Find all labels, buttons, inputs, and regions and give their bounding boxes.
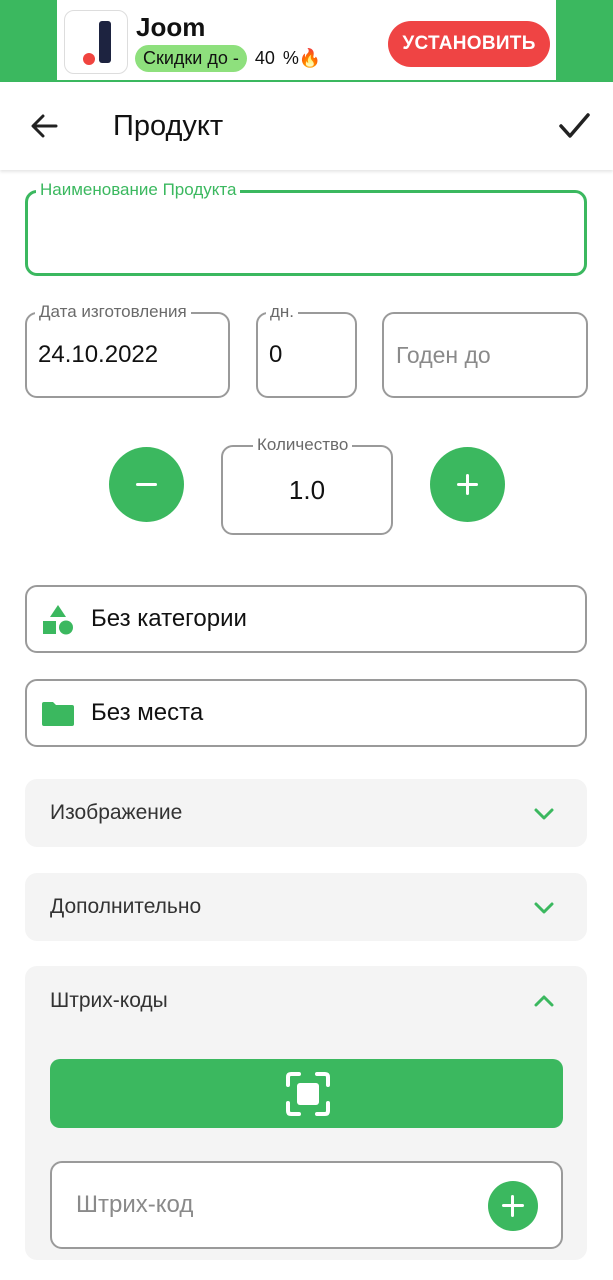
place-label: Без места (91, 699, 204, 726)
ad-banner[interactable]: Joom Скидки до - 40 %🔥 УСТАНОВИТЬ (0, 0, 613, 82)
app-bar: Продукт (0, 82, 613, 170)
decrease-quantity-button[interactable] (109, 447, 184, 522)
add-barcode-button[interactable] (488, 1181, 538, 1231)
increase-quantity-button[interactable] (430, 447, 505, 522)
manufacture-date-field[interactable]: Дата изготовления 24.10.2022 (25, 302, 230, 398)
chevron-down-icon[interactable] (533, 803, 555, 825)
image-section[interactable]: Изображение (25, 779, 587, 847)
quantity-field[interactable]: Количество 1.0 (221, 435, 393, 535)
ad-install-button[interactable]: УСТАНОВИТЬ (388, 21, 550, 67)
scan-barcode-button[interactable] (50, 1059, 563, 1128)
expiry-date-field[interactable]: Годен до (382, 312, 588, 398)
expiry-date-placeholder: Годен до (396, 341, 491, 368)
barcode-input[interactable]: Штрих-код (50, 1161, 563, 1249)
scan-icon (285, 1071, 331, 1117)
product-name-label: Наименование Продукта (36, 180, 241, 200)
quantity-value: 1.0 (288, 474, 326, 505)
check-icon[interactable] (554, 108, 594, 144)
barcodes-section-title[interactable]: Штрих-коды (50, 966, 168, 1036)
category-label: Без категории (91, 605, 247, 632)
ad-promo: Скидки до - 40 %🔥 (135, 44, 321, 72)
joom-logo-icon (64, 10, 128, 74)
extra-section[interactable]: Дополнительно (25, 873, 587, 941)
arrow-left-icon[interactable] (26, 108, 62, 144)
image-section-title: Изображение (50, 801, 183, 824)
page-title: Продукт (113, 110, 224, 142)
ad-promo-suffix: %🔥 (282, 47, 322, 68)
place-selector[interactable]: Без места (25, 679, 587, 747)
days-value: 0 (269, 341, 283, 368)
folder-icon (41, 697, 75, 731)
product-name-field[interactable]: Наименование Продукта (25, 180, 587, 276)
minus-icon (136, 483, 157, 486)
category-selector[interactable]: Без категории (25, 585, 587, 653)
barcode-placeholder: Штрих-код (76, 1191, 194, 1218)
ad-content[interactable]: Joom Скидки до - 40 %🔥 УСТАНОВИТЬ (57, 0, 556, 80)
barcodes-section: Штрих-коды Штрих-код (25, 966, 587, 1260)
manufacture-date-value: 24.10.2022 (38, 341, 159, 368)
days-field[interactable]: дн. 0 (256, 302, 357, 398)
ad-promo-text: Скидки до - (135, 44, 247, 72)
chevron-up-icon[interactable] (533, 990, 555, 1012)
shapes-icon (41, 603, 75, 637)
ad-promo-value: 40 (254, 47, 275, 68)
ad-title: Joom (136, 12, 206, 42)
extra-section-title: Дополнительно (50, 895, 202, 918)
chevron-down-icon[interactable] (533, 897, 555, 919)
